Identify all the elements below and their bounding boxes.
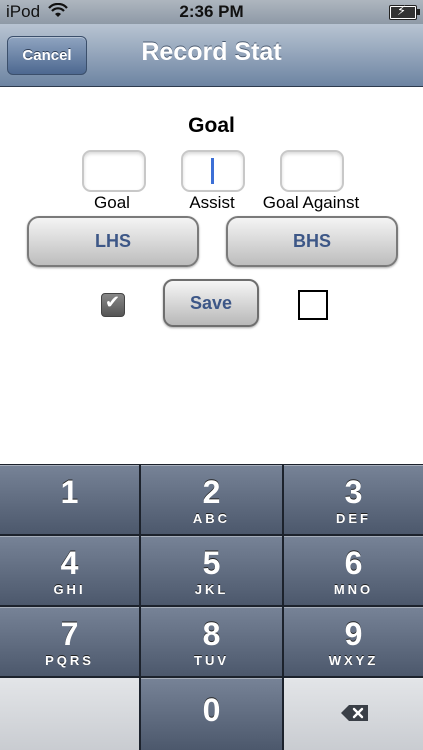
key-6[interactable]: 6 MNO [284,536,423,605]
goal-label: Goal [94,193,130,212]
key-2[interactable]: 2 ABC [141,465,282,534]
goal-field[interactable] [82,150,146,192]
lhs-button[interactable]: LHS [27,216,199,267]
assist-field[interactable] [181,150,245,192]
key-blank [0,678,139,750]
assist-label: Assist [189,193,235,212]
key-3[interactable]: 3 DEF [284,465,423,534]
navigation-bar: Cancel Record Stat [0,24,423,87]
save-button[interactable]: Save [163,279,259,327]
left-checkbox[interactable]: ✔ [101,292,125,317]
key-9[interactable]: 9 WXYZ [284,607,423,676]
stat-heading: Goal [188,114,235,137]
text-cursor [211,158,214,184]
key-1[interactable]: 1 [0,465,139,534]
goal-against-label: Goal Against [262,193,360,212]
key-0[interactable]: 0 [141,678,282,750]
goal-against-field[interactable] [280,150,344,192]
bhs-button[interactable]: BHS [226,216,398,267]
delete-key[interactable] [284,678,423,750]
key-4[interactable]: 4 GHI [0,536,139,605]
checkmark-icon: ✔ [105,292,121,312]
key-8[interactable]: 8 TUV [141,607,282,676]
status-bar: iPod 2:36 PM ⚡ [0,0,423,24]
status-time: 2:36 PM [179,2,244,21]
backspace-icon [340,704,370,722]
key-7[interactable]: 7 PQRS [0,607,139,676]
numeric-keypad: 1 2 ABC 3 DEF 4 GHI 5 JKL 6 MNO 7 PQRS 8 TUV 9W… [0,464,423,750]
battery-icon: ⚡ [389,3,420,20]
key-5[interactable]: 5 JKL [141,536,282,605]
page-title: Record Stat [141,38,282,66]
right-checkbox[interactable] [298,290,328,320]
